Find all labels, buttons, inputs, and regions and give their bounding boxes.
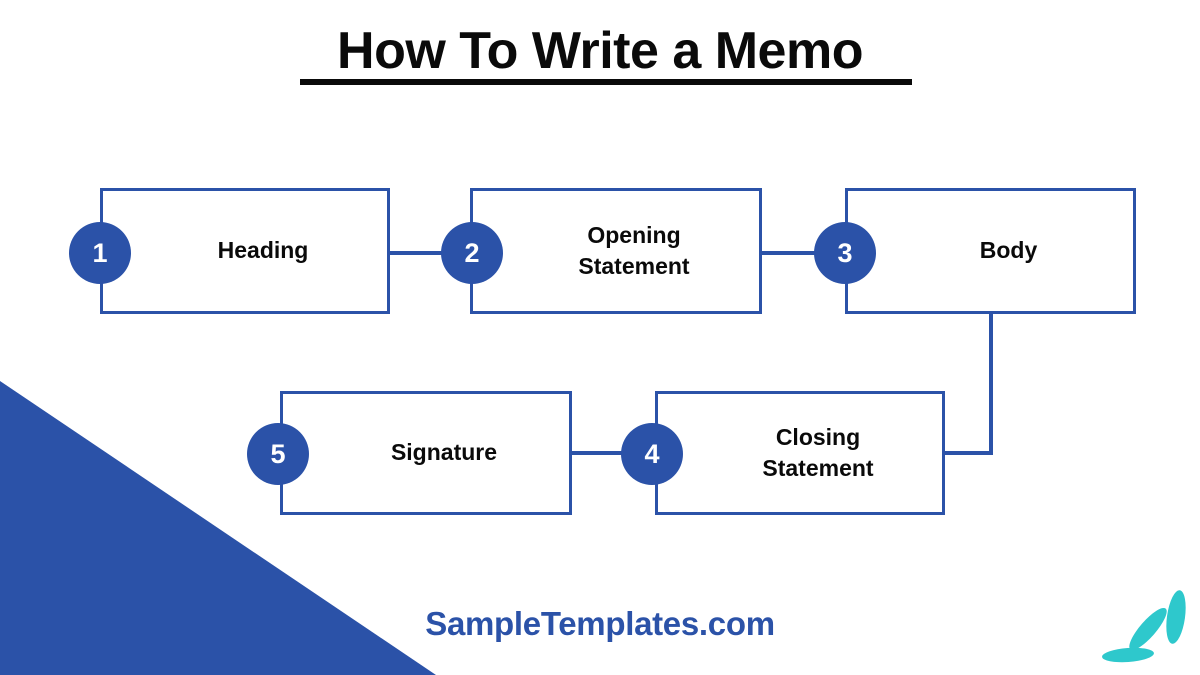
leaf-mark-icon (1102, 590, 1186, 663)
step-box-closing-statement-label: Closing Statement (762, 422, 873, 484)
connector-step3-to-step4 (943, 451, 993, 455)
step-number-2-value: 2 (464, 237, 480, 268)
step-box-opening-statement-label: Opening Statement (578, 220, 689, 282)
infographic-canvas: How To Write a Memo Heading 1 Opening St… (0, 0, 1200, 675)
step-number-1[interactable]: 1 (69, 222, 131, 284)
brand-wordmark: SampleTemplates.com (425, 605, 775, 642)
step-box-closing-statement-line2: Statement (762, 455, 874, 481)
step-box-opening-statement-line2: Statement (578, 253, 690, 279)
step-box-heading-label: Heading (217, 237, 309, 264)
step-number-5-value: 5 (270, 438, 286, 469)
step-box-closing-statement-line1: Closing (775, 423, 861, 450)
step-box-opening-statement-line1: Opening (587, 221, 681, 248)
step-box-opening-statement[interactable]: Opening Statement (470, 188, 762, 314)
page-title: How To Write a Memo (337, 22, 863, 80)
step-box-body[interactable]: Body (845, 188, 1136, 314)
step-box-closing-statement[interactable]: Closing Statement (655, 391, 945, 515)
step-box-heading[interactable]: Heading (100, 188, 390, 314)
connector-step3-vertical-drop (989, 311, 993, 455)
step-number-1-value: 1 (92, 237, 108, 268)
step-box-body-label: Body (979, 237, 1038, 264)
step-box-signature-label: Signature (390, 439, 498, 466)
step-number-4[interactable]: 4 (621, 423, 683, 485)
step-number-4-value: 4 (644, 438, 660, 469)
step-number-3-value: 3 (837, 237, 853, 268)
connector-step4-to-step5 (570, 451, 625, 455)
step-number-3[interactable]: 3 (814, 222, 876, 284)
connector-step2-to-step3 (760, 251, 818, 255)
step-number-2[interactable]: 2 (441, 222, 503, 284)
step-box-signature[interactable]: Signature (280, 391, 572, 515)
step-number-5[interactable]: 5 (247, 423, 309, 485)
title-underline-rule (300, 79, 912, 85)
connector-step1-to-step2 (388, 251, 446, 255)
